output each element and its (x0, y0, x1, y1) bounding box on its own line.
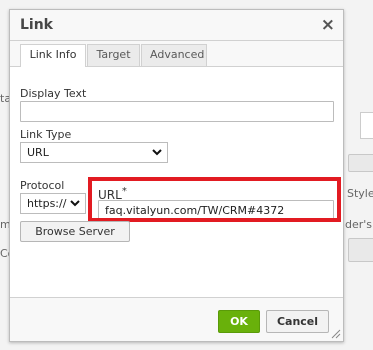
chevron-down-icon (70, 194, 80, 219)
bg-text-fragment: der's (345, 218, 373, 231)
bg-panel (360, 112, 373, 139)
tab-target[interactable]: Target (87, 44, 140, 66)
bg-toolbar-button (348, 238, 373, 262)
required-marker: * (121, 186, 127, 197)
dialog-title: Link (20, 17, 53, 33)
link-type-select[interactable]: URL (20, 142, 168, 163)
dialog-titlebar[interactable]: Link × (10, 10, 343, 41)
link-type-value: URL (27, 146, 49, 159)
dialog-body: Display Text Link Type URL Protocol http… (10, 67, 343, 297)
ok-button[interactable]: OK (218, 310, 260, 333)
display-text-input[interactable] (20, 101, 334, 122)
protocol-label: Protocol (20, 179, 65, 192)
protocol-value: https:// (27, 197, 67, 210)
dialog-tabs: Link Info Target Advanced (10, 41, 343, 68)
tab-link-info[interactable]: Link Info (20, 44, 86, 68)
resize-handle-icon[interactable] (331, 329, 341, 339)
browse-server-button[interactable]: Browse Server (20, 221, 130, 242)
url-input[interactable]: faq.vitalyun.com/TW/CRM#4372 (98, 200, 334, 221)
dialog-footer: OK Cancel (10, 297, 343, 341)
chevron-down-icon (152, 143, 162, 168)
bg-text-fragment: Style (347, 187, 373, 200)
bg-toolbar-button (348, 154, 373, 172)
link-type-label: Link Type (20, 128, 72, 141)
tab-advanced[interactable]: Advanced (141, 44, 207, 66)
link-dialog: Link × Link Info Target Advanced Display… (9, 9, 344, 342)
protocol-select[interactable]: https:// (20, 193, 86, 214)
close-icon[interactable]: × (321, 15, 335, 35)
cancel-button[interactable]: Cancel (266, 310, 329, 333)
display-text-label: Display Text (20, 87, 87, 100)
